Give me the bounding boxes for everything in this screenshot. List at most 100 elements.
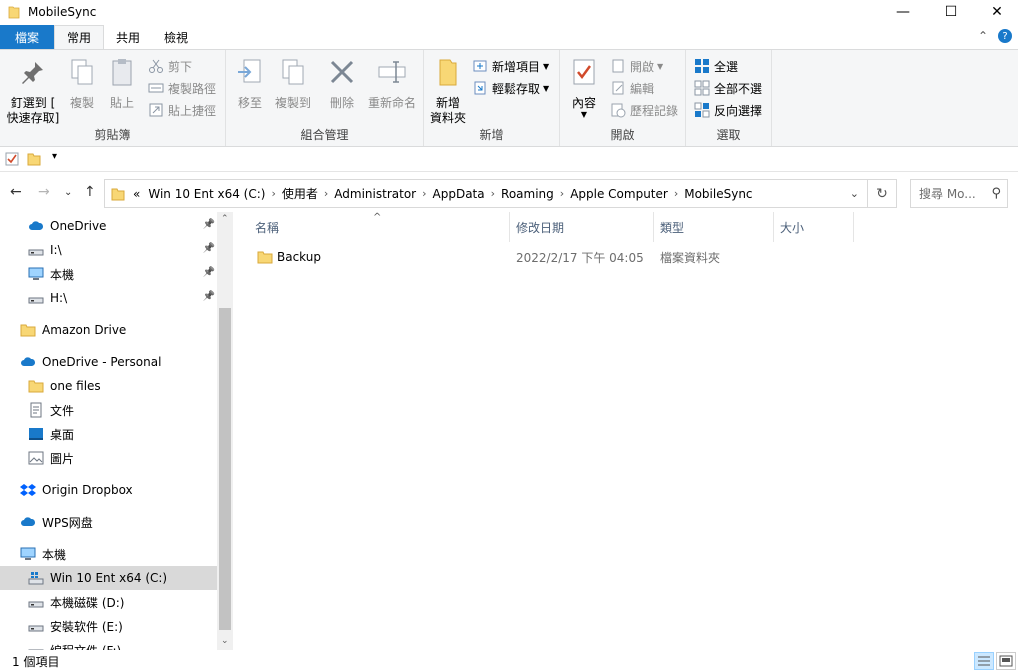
breadcrumb-item-current[interactable]: MobileSync [684,187,752,201]
properties-check-icon [573,59,595,85]
refresh-button[interactable]: ↻ [868,179,897,208]
nav-item-label: H:\ [50,291,68,305]
clipboard-group: 釘選到 [ 快速存取] 複製 貼上 剪下 複製路徑 貼上捷徑 剪貼簿 [0,50,226,146]
help-icon[interactable]: ? [998,29,1012,43]
copy-path-button[interactable]: 複製路徑 [148,78,216,98]
nav-item[interactable]: 安裝软件 (E:) [0,614,217,638]
open-button[interactable]: 開啟 ▼ [610,56,663,76]
nav-item[interactable]: 文件 [0,398,217,422]
dropbox-icon [20,484,36,496]
tab-home[interactable]: 常用 [54,25,105,49]
new-folder-button[interactable]: 新增 資料夾 [428,56,468,126]
scroll-thumb[interactable] [219,308,231,630]
history-button[interactable]: 歷程記錄 [610,100,678,120]
tab-view[interactable]: 檢視 [152,25,200,49]
easy-access-button[interactable]: 輕鬆存取 ▼ [472,78,549,98]
breadcrumb-item[interactable]: Apple Computer [570,187,668,201]
nav-item[interactable]: 编程文件 (F:) [0,638,217,650]
cut-button[interactable]: 剪下 [148,56,192,76]
new-item-button[interactable]: 新增項目 ▼ [472,56,549,76]
column-modified-label: 修改日期 [516,220,565,235]
nav-item[interactable]: OneDrive 📌 [0,214,217,238]
delete-button[interactable]: 刪除 [324,56,360,111]
search-icon: ⚲ [991,186,1001,201]
nav-item[interactable]: I:\ 📌 [0,238,217,262]
select-none-icon [694,80,710,96]
breadcrumb-overflow[interactable]: « [133,187,140,201]
customize-qat-icon[interactable]: ▾ [52,151,57,162]
nav-item[interactable]: Origin Dropbox [0,478,217,502]
chevron-up-icon[interactable]: ⌃ [978,29,988,43]
breadcrumb-item[interactable]: 使用者 [282,185,318,202]
new-folder-icon[interactable] [27,152,41,166]
drive-icon [28,601,44,608]
chevron-right-icon[interactable]: › [422,187,426,200]
copy-to-button[interactable]: 複製到 [272,56,314,111]
close-button[interactable]: ✕ [974,0,1018,24]
forward-arrow-icon[interactable]: → [38,184,50,200]
move-to-button[interactable]: 移至 [232,56,268,111]
scroll-up-icon[interactable]: ⌃ [221,214,229,224]
copy-path-label: 複製路徑 [168,81,217,96]
nav-item[interactable]: 本機 [0,542,217,566]
address-bar[interactable]: « Win 10 Ent x64 (C:) › 使用者 › Administra… [104,179,868,208]
chevron-right-icon[interactable]: › [560,187,564,200]
minimize-button[interactable]: — [880,0,926,24]
file-type: 檔案資料夾 [660,250,721,265]
breadcrumb-item[interactable]: Win 10 Ent x64 (C:) [148,187,265,201]
nav-item[interactable]: WPS网盘 [0,510,217,534]
nav-item-label: Win 10 Ent x64 (C:) [50,571,168,585]
column-header-size[interactable]: 大小 [774,212,854,242]
invert-selection-button[interactable]: 反向選擇 [694,100,762,120]
edit-button[interactable]: 編輯 [610,78,654,98]
nav-item-label: 安裝软件 (E:) [50,619,123,634]
details-view-icon [978,656,990,666]
breadcrumb-item[interactable]: Roaming [501,187,554,201]
chevron-right-icon[interactable]: › [324,187,328,200]
paste-shortcut-button[interactable]: 貼上捷徑 [148,100,216,120]
properties-check-icon[interactable] [5,152,19,166]
history-icon [611,103,626,118]
tab-share[interactable]: 共用 [104,25,152,49]
file-row[interactable]: Backup 2022/2/17 下午 04:05 檔案資料夾 [249,246,844,268]
nav-item[interactable]: one files [0,374,217,398]
address-dropdown-icon[interactable]: ⌄ [850,187,859,200]
large-icons-view-button[interactable] [996,652,1016,670]
column-header-type[interactable]: 類型 [654,212,774,242]
search-input[interactable]: 搜尋 Mo... ⚲ [910,179,1008,208]
nav-scrollbar[interactable]: ⌃ ⌄ [217,212,233,650]
copy-button[interactable]: 複製 [64,56,100,111]
nav-item[interactable]: 桌面 [0,422,217,446]
breadcrumb-item[interactable]: Administrator [334,187,416,201]
nav-item[interactable]: 圖片 [0,446,217,470]
pin-quick-access-button[interactable]: 釘選到 [ 快速存取] [4,56,62,126]
maximize-button[interactable]: ☐ [928,0,974,24]
recent-locations-icon[interactable]: ⌄ [64,187,72,198]
up-arrow-icon[interactable]: ↑ [84,184,96,200]
chevron-right-icon[interactable]: › [491,187,495,200]
nav-item[interactable]: Win 10 Ent x64 (C:) [0,566,217,590]
select-none-button[interactable]: 全部不選 [694,78,762,98]
properties-button[interactable]: 內容 ▼ [566,56,602,119]
column-header-name[interactable]: 名稱 [249,212,510,242]
paste-button[interactable]: 貼上 [104,56,140,111]
breadcrumb-item[interactable]: AppData [433,187,485,201]
scroll-down-icon[interactable]: ⌄ [221,636,229,646]
rename-button[interactable]: 重新命名 [364,56,420,111]
chevron-right-icon[interactable]: › [674,187,678,200]
nav-item[interactable]: Amazon Drive [0,318,217,342]
large-icons-view-icon [999,655,1013,667]
select-all-button[interactable]: 全選 [694,56,738,76]
nav-item[interactable]: 本機 📌 [0,262,217,286]
back-arrow-icon[interactable]: ← [10,184,22,200]
nav-item[interactable]: OneDrive - Personal [0,350,217,374]
nav-item[interactable]: 本機磁碟 (D:) [0,590,217,614]
details-view-button[interactable] [974,652,994,670]
nav-item-label: 文件 [50,403,75,418]
cut-label: 剪下 [168,59,193,74]
move-to-icon [238,59,261,83]
tab-file[interactable]: 檔案 [0,25,54,49]
column-header-modified[interactable]: 修改日期 [510,212,654,242]
chevron-right-icon[interactable]: › [271,187,275,200]
nav-item[interactable]: H:\ 📌 [0,286,217,310]
